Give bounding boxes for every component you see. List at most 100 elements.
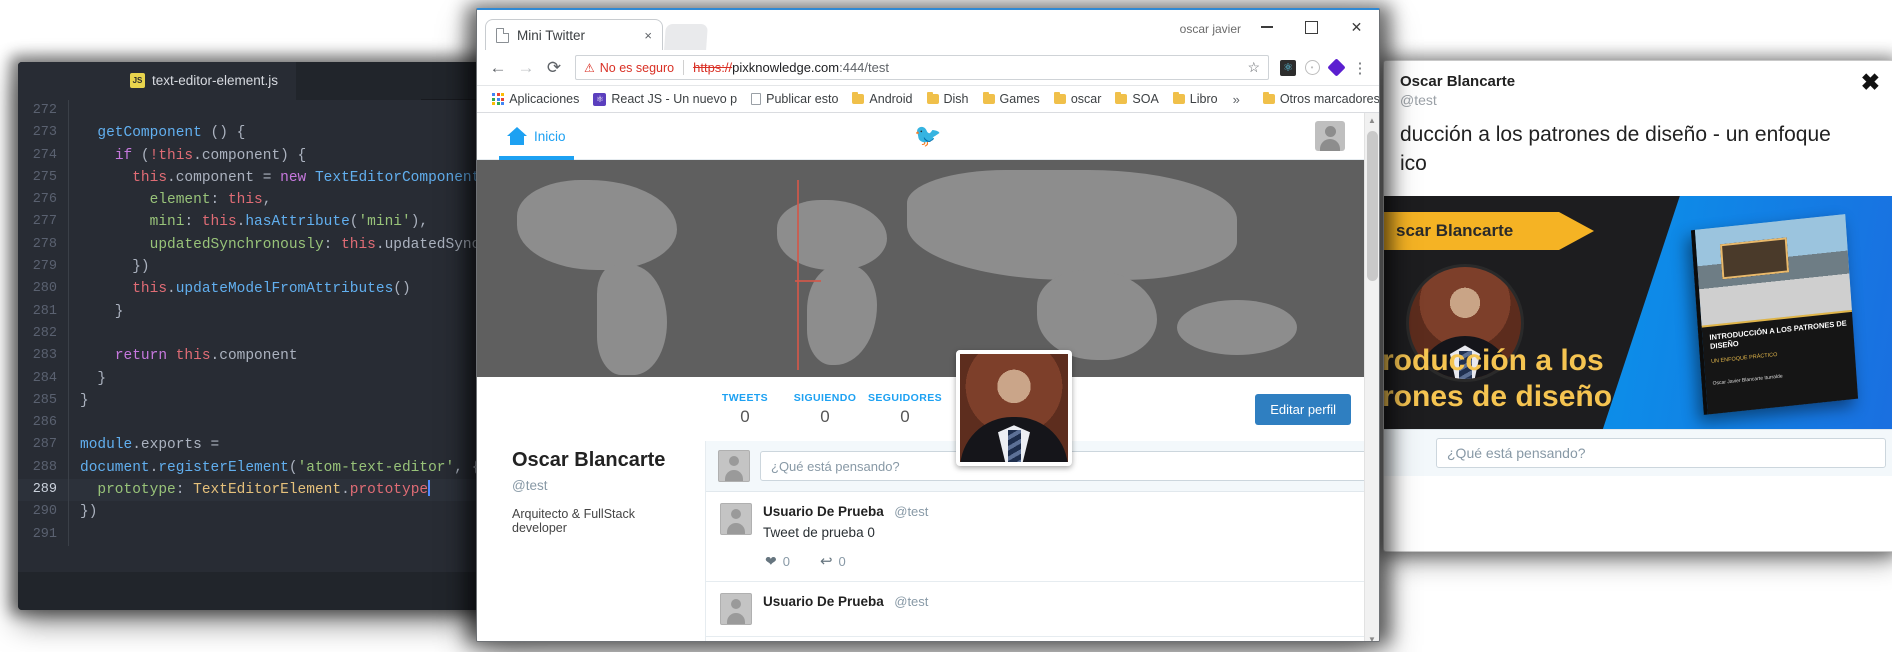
code-line[interactable]: 275 this.component = new TextEditorCompo… [18, 167, 523, 189]
scroll-down-icon[interactable]: ▼ [1365, 635, 1379, 642]
purple-diamond-extension-icon[interactable] [1325, 57, 1347, 79]
bookmark-soa[interactable]: SOA [1108, 90, 1165, 108]
folder-icon [852, 94, 864, 104]
bookmark-oscar[interactable]: oscar [1047, 90, 1109, 108]
scrollbar-thumb[interactable] [1367, 131, 1378, 281]
avatar [718, 450, 750, 482]
close-window-button[interactable]: ✕ [1334, 10, 1379, 44]
code-text: }) [80, 501, 523, 523]
code-line[interactable]: 287 module.exports = [18, 434, 523, 456]
tweet-detail-author-name: Oscar Blancarte [1400, 73, 1878, 91]
page-scrollbar[interactable]: ▲ ▼ [1364, 113, 1379, 642]
book-cover-image: INTRODUCCIÓN A LOS PATRONES DE DISEÑO UN… [1691, 214, 1858, 415]
stat-tweets[interactable]: TWEETS 0 [705, 392, 785, 427]
tweet-body: Usuario De Prueba @test Tweet de prueba … [763, 503, 928, 570]
profile-stats: TWEETS 0 SIGUIENDO 0 SEGUIDORES 0 [705, 392, 945, 427]
code-line[interactable]: 274 if (!this.component) { [18, 145, 523, 167]
chrome-menu-icon[interactable]: ⋮ [1349, 57, 1371, 79]
code-line[interactable]: 286 [18, 412, 523, 434]
code-line[interactable]: 273 getComponent () { [18, 122, 523, 144]
editor-tab-text-editor-element[interactable]: JS text-editor-element.js [18, 62, 296, 100]
window-user-label: oscar javier [1180, 22, 1241, 36]
like-action[interactable]: ❤ 0 [765, 552, 790, 570]
tweet-item[interactable]: Usuario De Prueba @test [706, 582, 1379, 637]
tweet-detail-panel: Oscar Blancarte @test ✖ ducción a los pa… [1383, 60, 1892, 552]
code-line[interactable]: 278 updatedSynchronously: this.updatedSy… [18, 234, 523, 256]
close-tab-icon[interactable]: × [644, 28, 652, 43]
gutter-divider [68, 301, 69, 323]
gutter-divider [68, 501, 69, 523]
minimize-button[interactable] [1244, 10, 1289, 44]
back-icon[interactable]: ← [485, 55, 511, 81]
nav-item-inicio[interactable]: Inicio [507, 113, 566, 160]
bookmark-android[interactable]: Android [845, 90, 919, 108]
avatar [720, 593, 752, 625]
profile-avatar-large[interactable] [956, 350, 1072, 466]
other-bookmarks-folder[interactable]: Otros marcadores [1256, 90, 1380, 108]
code-line[interactable]: 277 mini: this.hasAttribute('mini'), [18, 211, 523, 233]
scroll-up-icon[interactable]: ▲ [1365, 116, 1379, 125]
line-number: 276 [18, 189, 68, 211]
book-cover-photo [1695, 214, 1852, 326]
code-line[interactable]: 290}) [18, 501, 523, 523]
code-line[interactable]: 291 [18, 524, 523, 546]
bookmark-label: Dish [944, 92, 969, 106]
edit-profile-button[interactable]: Editar perfil [1255, 394, 1351, 425]
bookmark-games[interactable]: Games [976, 90, 1047, 108]
code-line[interactable]: 282 [18, 323, 523, 345]
bookmarks-overflow-icon[interactable]: » [1225, 92, 1248, 107]
address-bar[interactable]: ⚠ No es seguro https://pixknowledge.com:… [575, 55, 1269, 80]
code-line[interactable]: 281 } [18, 301, 523, 323]
nav-item-inicio-label: Inicio [534, 129, 566, 144]
forward-icon[interactable]: → [513, 55, 539, 81]
avatar [720, 503, 752, 535]
code-line[interactable]: 276 element: this, [18, 189, 523, 211]
code-text: module.exports = [80, 434, 523, 456]
folder-icon [1263, 94, 1275, 104]
gutter-divider [68, 167, 69, 189]
avatar-body [1320, 139, 1340, 151]
circle-extension-icon[interactable]: • [1301, 57, 1323, 79]
maximize-button[interactable] [1289, 10, 1334, 44]
reload-icon[interactable]: ⟳ [541, 55, 567, 81]
tweet-text: Tweet de prueba 0 [763, 525, 928, 540]
reply-action[interactable]: ↩ 0 [820, 552, 846, 570]
bookmark-dish[interactable]: Dish [920, 90, 976, 108]
code-text: } [80, 368, 523, 390]
new-tab-button[interactable] [664, 24, 708, 50]
close-icon[interactable]: ✖ [1861, 73, 1880, 91]
react-devtools-icon[interactable]: ⚛ [1277, 57, 1299, 79]
gutter-divider [68, 323, 69, 345]
bookmark-publicar-esto[interactable]: Publicar esto [744, 90, 845, 108]
security-status-label: No es seguro [600, 61, 674, 75]
profile-cover-image [477, 160, 1379, 377]
browser-tab-mini-twitter[interactable]: Mini Twitter × [485, 19, 663, 50]
code-line[interactable]: 288 document.registerElement('atom-text-e… [18, 457, 523, 479]
warning-triangle-icon: ⚠ [584, 61, 595, 75]
bookmark-star-icon[interactable]: ☆ [1247, 59, 1260, 76]
code-line[interactable]: 272 [18, 100, 523, 122]
right-panel-composer-input[interactable]: ¿Qué está pensando? [1436, 438, 1886, 468]
apps-shortcut[interactable]: Aplicaciones [485, 90, 586, 108]
stat-label: SEGUIDORES [865, 392, 945, 404]
line-number: 288 [18, 457, 68, 479]
bookmark-label: Games [1000, 92, 1040, 106]
code-line[interactable]: 284 } [18, 368, 523, 390]
code-line[interactable]: 279 }) [18, 256, 523, 278]
code-text: element: this, [80, 189, 523, 211]
map-landmass [907, 170, 1237, 280]
bookmark-libro[interactable]: Libro [1166, 90, 1225, 108]
code-line[interactable]: 289 prototype: TextEditorElement.prototy… [18, 479, 523, 501]
code-line[interactable]: 283 return this.component [18, 345, 523, 367]
bookmark-react-js[interactable]: ⚛ React JS - Un nuevo p [586, 90, 744, 108]
code-area[interactable]: 272273 getComponent () {274 if (!this.co… [18, 100, 523, 572]
stat-seguidores[interactable]: SEGUIDORES 0 [865, 392, 945, 427]
like-count: 0 [783, 554, 790, 569]
code-text: document.registerElement('atom-text-edit… [80, 457, 523, 479]
stat-siguiendo[interactable]: SIGUIENDO 0 [785, 392, 865, 427]
avatar[interactable] [1315, 121, 1345, 151]
tweet-item[interactable]: Usuario De Prueba @test Tweet de prueba … [706, 492, 1379, 582]
line-number: 287 [18, 434, 68, 456]
code-line[interactable]: 285} [18, 390, 523, 412]
code-line[interactable]: 280 this.updateModelFromAttributes() [18, 278, 523, 300]
